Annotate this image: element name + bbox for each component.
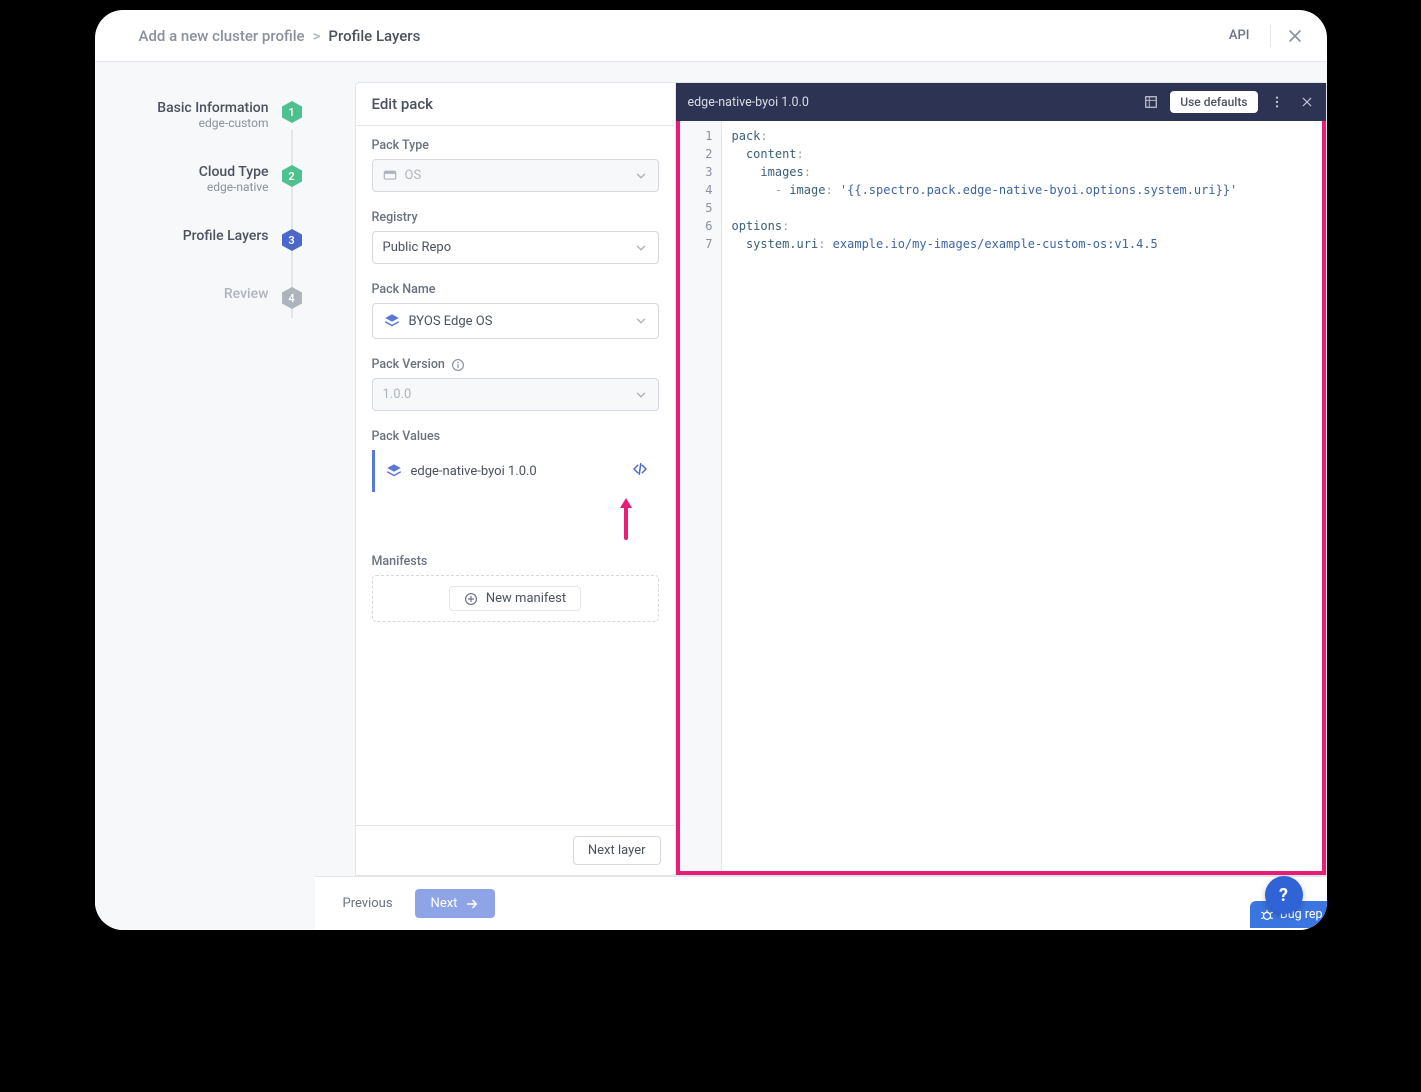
new-manifest-button[interactable]: New manifest xyxy=(372,575,659,622)
hexagon-icon: 4 xyxy=(281,286,303,310)
step-2[interactable]: Cloud Typeedge-native 2 xyxy=(95,158,315,222)
use-defaults-button[interactable]: Use defaults xyxy=(1170,91,1257,113)
select-pack-version-value: 1.0.0 xyxy=(383,387,412,402)
chevron-down-icon xyxy=(634,388,648,402)
close-icon[interactable] xyxy=(1285,26,1305,46)
code-content[interactable]: pack: content: images: - image: '{{.spec… xyxy=(722,121,1322,871)
select-pack-type: OS xyxy=(372,159,659,192)
plus-circle-icon xyxy=(464,592,478,606)
previous-button[interactable]: Previous xyxy=(335,890,401,917)
api-link[interactable]: API xyxy=(1223,24,1256,47)
chevron-down-icon xyxy=(634,169,648,183)
layers-icon xyxy=(385,462,403,480)
hexagon-icon: 1 xyxy=(281,100,303,124)
os-icon xyxy=(383,169,397,183)
label-registry: Registry xyxy=(372,210,659,225)
label-pack-name: Pack Name xyxy=(372,282,659,297)
hexagon-icon: 3 xyxy=(281,228,303,252)
next-button[interactable]: Next xyxy=(415,889,496,918)
pack-values-item-label: edge-native-byoi 1.0.0 xyxy=(411,464,537,479)
step-title: Profile Layers xyxy=(183,228,269,244)
callout-arrow-icon xyxy=(372,496,659,536)
wizard-stepper: Basic Informationedge-custom 1 Cloud Typee… xyxy=(95,62,315,930)
arrow-right-icon xyxy=(465,897,479,911)
label-manifests: Manifests xyxy=(372,554,659,569)
select-pack-name[interactable]: BYOS Edge OS xyxy=(372,303,659,339)
code-editor[interactable]: 1234567 pack: content: images: - image: … xyxy=(676,121,1326,875)
expand-icon[interactable] xyxy=(1140,91,1162,113)
chevron-down-icon xyxy=(634,314,648,328)
code-gutter: 1234567 xyxy=(680,121,722,871)
select-pack-type-value: OS xyxy=(405,168,422,183)
code-icon[interactable] xyxy=(631,460,649,482)
label-pack-type: Pack Type xyxy=(372,138,659,153)
divider xyxy=(1270,25,1271,47)
select-registry-value: Public Repo xyxy=(383,240,452,255)
label-pack-version: Pack Version xyxy=(372,357,659,372)
help-fab[interactable]: ? xyxy=(1265,876,1303,914)
label-pack-values: Pack Values xyxy=(372,429,659,444)
panel-title: Edit pack xyxy=(356,83,675,126)
next-button-label: Next xyxy=(431,896,458,911)
layers-icon xyxy=(383,312,401,330)
select-registry[interactable]: Public Repo xyxy=(372,231,659,264)
step-1[interactable]: Basic Informationedge-custom 1 xyxy=(95,94,315,158)
select-pack-version: 1.0.0 xyxy=(372,378,659,411)
kebab-icon[interactable] xyxy=(1266,91,1288,113)
next-layer-button[interactable]: Next layer xyxy=(573,836,661,865)
new-manifest-label: New manifest xyxy=(486,591,566,606)
breadcrumb: Add a new cluster profile > Profile Laye… xyxy=(139,27,421,45)
chevron-right-icon: > xyxy=(313,27,321,45)
step-subtitle: edge-custom xyxy=(157,116,268,130)
close-editor-icon[interactable] xyxy=(1296,91,1318,113)
editor-tab-title: edge-native-byoi 1.0.0 xyxy=(688,95,809,110)
breadcrumb-root[interactable]: Add a new cluster profile xyxy=(139,27,305,45)
step-3[interactable]: Profile Layers 3 xyxy=(95,222,315,280)
step-title: Review xyxy=(224,286,269,302)
select-pack-name-value: BYOS Edge OS xyxy=(409,314,493,329)
step-subtitle: edge-native xyxy=(199,180,269,194)
chevron-down-icon xyxy=(634,241,648,255)
step-4[interactable]: Review 4 xyxy=(95,280,315,338)
hexagon-icon: 2 xyxy=(281,164,303,188)
info-icon[interactable] xyxy=(451,358,465,372)
step-title: Basic Information xyxy=(157,100,268,116)
step-title: Cloud Type xyxy=(199,164,269,180)
pack-values-item[interactable]: edge-native-byoi 1.0.0 xyxy=(372,450,659,492)
breadcrumb-current: Profile Layers xyxy=(328,27,420,45)
